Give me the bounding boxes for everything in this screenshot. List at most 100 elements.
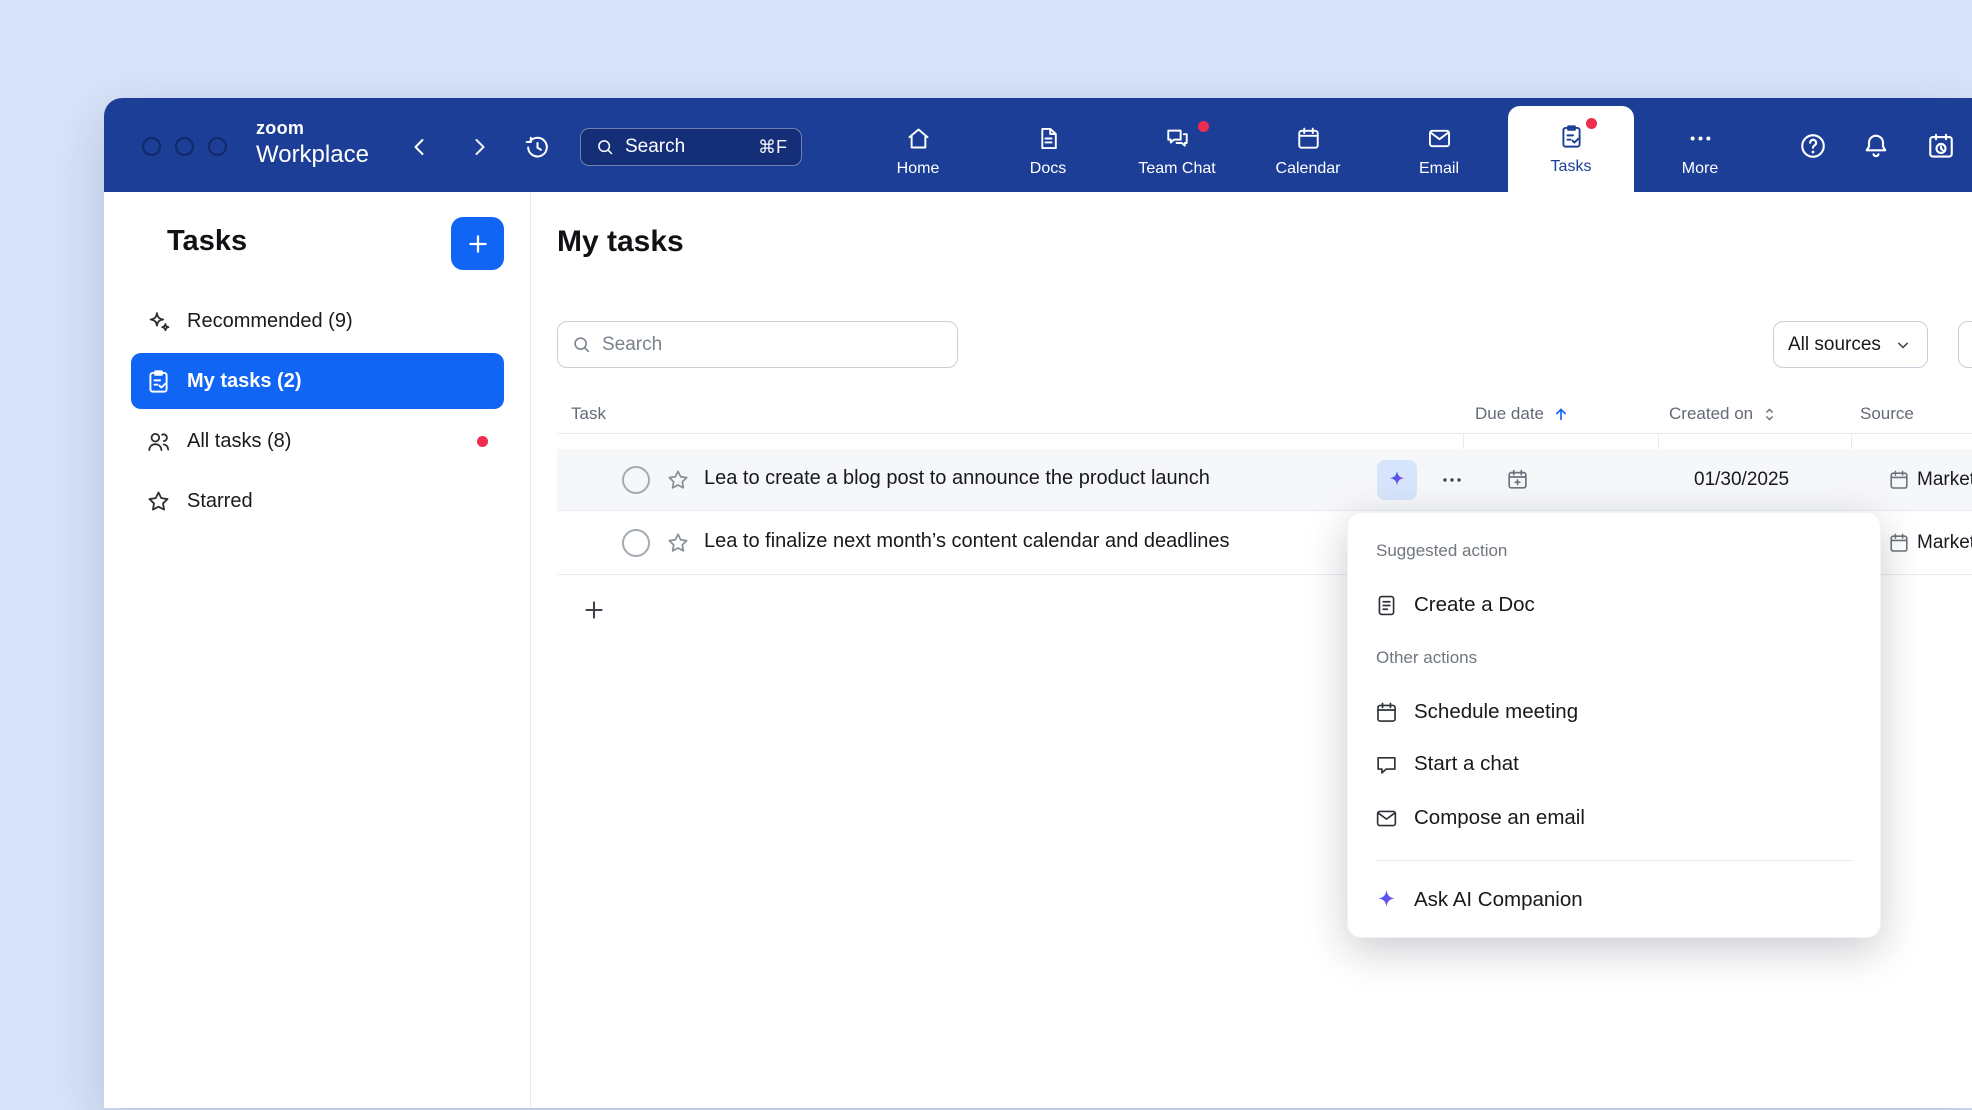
column-label: Source (1860, 404, 1914, 424)
column-header-task: Task (571, 404, 606, 424)
notification-dot (1586, 118, 1597, 129)
column-label: Due date (1475, 404, 1544, 424)
nav-item-label: Tasks (1551, 158, 1592, 176)
menu-item-start-chat[interactable]: Start a chat (1362, 742, 1866, 786)
menu-section-label: Suggested action (1376, 541, 1507, 561)
calendar-icon (1295, 125, 1322, 152)
menu-item-schedule-meeting[interactable]: Schedule meeting (1362, 690, 1866, 734)
nav-item-label: Calendar (1276, 160, 1341, 178)
ai-companion-button[interactable] (1377, 460, 1417, 500)
sidebar-item-label: All tasks (8) (187, 430, 291, 453)
nav-item-label: Team Chat (1138, 160, 1215, 178)
schedule-icon[interactable] (1926, 131, 1956, 161)
nav-item-more[interactable]: More (1645, 112, 1755, 188)
add-task-button[interactable] (451, 217, 504, 270)
docs-icon (1035, 125, 1062, 152)
task-list-icon (145, 368, 172, 395)
window-control-icon[interactable] (208, 137, 227, 156)
logo-zoom-text: zoom (256, 119, 369, 137)
nav-item-label: Home (897, 160, 940, 178)
plus-icon (581, 597, 607, 623)
page-title: My tasks (557, 225, 684, 259)
task-title: Lea to create a blog post to announce th… (704, 467, 1210, 490)
desktop-background: zoom Workplace Search ⌘F (0, 0, 1972, 1110)
task-complete-radio[interactable] (622, 466, 650, 494)
logo-workplace-text: Workplace (256, 143, 369, 167)
zoom-workplace-logo: zoom Workplace (256, 119, 369, 167)
doc-icon (1374, 593, 1399, 618)
topbar: zoom Workplace Search ⌘F (104, 98, 1972, 192)
task-row[interactable]: Lea to create a blog post to announce th… (557, 449, 1972, 511)
column-header-due-date[interactable]: Due date (1475, 404, 1571, 424)
help-icon[interactable] (1798, 131, 1828, 161)
task-complete-radio[interactable] (622, 529, 650, 557)
menu-item-label: Start a chat (1414, 752, 1519, 776)
source-filter-dropdown[interactable]: All sources (1773, 321, 1928, 368)
nav-item-email[interactable]: Email (1384, 112, 1494, 188)
notifications-icon[interactable] (1861, 131, 1891, 161)
forward-chevron-icon[interactable] (465, 133, 493, 161)
star-icon[interactable] (665, 467, 691, 493)
column-header-source: Source (1860, 404, 1914, 424)
search-input[interactable] (602, 334, 944, 356)
search-icon (571, 334, 592, 355)
task-search-field[interactable] (557, 321, 958, 368)
chat-icon (1374, 752, 1399, 777)
search-icon (595, 137, 615, 157)
window-controls[interactable] (142, 137, 227, 156)
sidebar-title: Tasks (167, 225, 247, 258)
menu-item-label: Compose an email (1414, 806, 1585, 830)
menu-item-create-doc[interactable]: Create a Doc (1362, 583, 1866, 627)
sparkles-icon (145, 308, 172, 335)
source-value: Marketing (1917, 532, 1972, 554)
more-icon (1687, 125, 1714, 152)
sidebar-item-recommended[interactable]: Recommended (9) (131, 293, 504, 349)
menu-item-compose-email[interactable]: Compose an email (1362, 796, 1866, 840)
more-filters-button[interactable] (1958, 321, 1972, 368)
sidebar-item-label: Starred (187, 490, 253, 513)
tasks-icon (1558, 123, 1585, 150)
search-shortcut: ⌘F (758, 137, 787, 158)
nav-item-docs[interactable]: Docs (993, 112, 1103, 188)
history-icon[interactable] (522, 132, 552, 162)
sidebar-item-starred[interactable]: Starred (131, 473, 504, 529)
sidebar-item-my-tasks[interactable]: My tasks (2) (131, 353, 504, 409)
window-control-icon[interactable] (175, 137, 194, 156)
row-more-button[interactable] (1440, 468, 1464, 492)
source-filter-label: All sources (1788, 334, 1881, 356)
nav-item-label: More (1682, 160, 1718, 178)
nav-item-label: Email (1419, 160, 1459, 178)
star-icon[interactable] (665, 530, 691, 556)
menu-item-ask-ai-companion[interactable]: Ask AI Companion (1362, 878, 1866, 922)
task-title: Lea to finalize next month’s content cal… (704, 530, 1230, 553)
global-search-bar[interactable]: Search ⌘F (580, 128, 802, 166)
add-due-date-button[interactable] (1505, 467, 1530, 492)
tasks-sidebar: Tasks Recommended (9) My tasks (2) (104, 192, 531, 1108)
plus-icon (465, 231, 491, 257)
home-icon (905, 125, 932, 152)
email-icon (1374, 806, 1399, 831)
nav-item-home[interactable]: Home (863, 112, 973, 188)
sidebar-item-all-tasks[interactable]: All tasks (8) (131, 413, 504, 469)
menu-divider (1376, 860, 1852, 861)
nav-item-tasks-active[interactable]: Tasks (1508, 106, 1634, 192)
window-control-icon[interactable] (142, 137, 161, 156)
menu-item-label: Create a Doc (1414, 593, 1535, 617)
column-label: Task (571, 404, 606, 424)
notification-dot (477, 436, 488, 447)
nav-item-label: Docs (1030, 160, 1066, 178)
email-icon (1426, 125, 1453, 152)
nav-item-calendar[interactable]: Calendar (1253, 112, 1363, 188)
add-task-inline-button[interactable] (576, 592, 612, 628)
people-icon (145, 428, 172, 455)
created-on-value: 01/30/2025 (1694, 469, 1789, 491)
table-header: Task Due date Created on Source (557, 400, 1972, 434)
menu-section-label: Other actions (1376, 648, 1477, 668)
nav-item-team-chat[interactable]: Team Chat (1122, 112, 1232, 188)
column-label: Created on (1669, 404, 1753, 424)
back-chevron-icon[interactable] (406, 133, 434, 161)
column-header-created-on[interactable]: Created on (1669, 404, 1779, 424)
chevron-down-icon (1893, 335, 1913, 355)
source-icon (1887, 531, 1911, 555)
sidebar-item-label: My tasks (2) (187, 370, 302, 393)
